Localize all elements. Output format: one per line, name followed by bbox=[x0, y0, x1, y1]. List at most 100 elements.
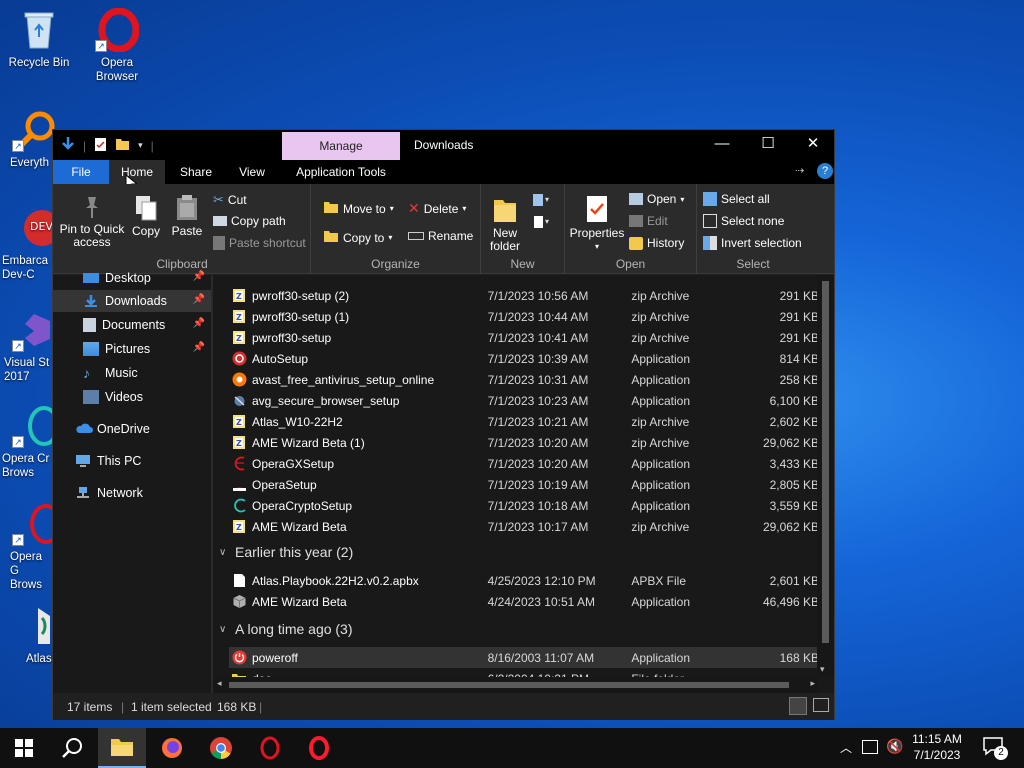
pin-to-quick-access-button[interactable]: Pin to Quick access bbox=[59, 194, 125, 249]
show-hidden-icons-button[interactable]: ︿ bbox=[840, 739, 852, 756]
move-to-button[interactable]: Move to ▾ bbox=[323, 200, 394, 217]
large-icons-view-icon[interactable] bbox=[813, 698, 829, 712]
desktop-icon-opera[interactable]: ↗ Opera Browser bbox=[79, 7, 155, 84]
nav-item-desktop[interactable]: Desktop 📌 bbox=[53, 267, 211, 289]
rename-button[interactable]: Rename bbox=[408, 229, 473, 243]
horizontal-scroll-thumb[interactable] bbox=[229, 682, 789, 688]
nav-item-downloads[interactable]: Downloads 📌 bbox=[53, 290, 211, 312]
file-row[interactable]: Z AME Wizard Beta (1) 7/1/2023 10:20 AM zip… bbox=[229, 432, 819, 453]
taskbar-opera[interactable] bbox=[295, 728, 343, 768]
file-row[interactable]: avast_free_antivirus_setup_online 7/1/202… bbox=[229, 369, 819, 390]
group-header[interactable]: ∨ Earlier this year (2) bbox=[219, 540, 353, 564]
nav-item-this-pc[interactable]: This PC bbox=[53, 450, 211, 472]
file-row[interactable]: AME Wizard Beta 4/24/2023 10:51 AM Applica… bbox=[229, 591, 819, 612]
collapse-ribbon-icon[interactable]: ⇢ bbox=[795, 164, 804, 177]
document-icon bbox=[231, 573, 247, 589]
file-row[interactable]: Zpwroff30-setup (2) 7/1/2023 10:56 AM zip … bbox=[229, 285, 819, 306]
file-row[interactable]: Z AME Wizard Beta 7/1/2023 10:17 AM zip Arc… bbox=[229, 516, 819, 537]
properties-check-icon[interactable] bbox=[94, 137, 107, 155]
file-row[interactable]: avg_secure_browser_setup 7/1/2023 10:23 A… bbox=[229, 390, 819, 411]
tab-share[interactable]: Share bbox=[169, 160, 223, 184]
nav-item-music[interactable]: ♪ Music bbox=[53, 362, 211, 384]
action-center-button[interactable]: 2 bbox=[982, 736, 1008, 760]
open-icon bbox=[629, 193, 643, 205]
ribbon-group-label: Open bbox=[615, 257, 646, 271]
easy-access-icon[interactable]: ▾ bbox=[531, 214, 553, 230]
select-all-button[interactable]: Select all bbox=[703, 192, 770, 206]
tab-manage[interactable]: Manage bbox=[282, 132, 400, 160]
status-bar: 17 items | 1 item selected 168 KB | bbox=[53, 693, 834, 720]
help-icon[interactable]: ? bbox=[817, 163, 833, 179]
system-clock[interactable]: 11:15 AM 7/1/2023 bbox=[898, 731, 976, 763]
file-row[interactable]: poweroff 8/16/2003 11:07 AM Application 168… bbox=[229, 647, 819, 668]
new-folder-button[interactable]: New folder bbox=[485, 194, 525, 253]
nav-item-videos[interactable]: Videos bbox=[53, 386, 211, 408]
tab-view[interactable]: View bbox=[225, 160, 279, 184]
cut-button[interactable]: ✂ Cut bbox=[213, 192, 247, 208]
file-list: Zpwroff30-setup (2) 7/1/2023 10:56 AM zip … bbox=[213, 275, 819, 677]
tab-home[interactable]: Home bbox=[109, 160, 165, 184]
file-date: 4/25/2023 12:10 PM bbox=[487, 573, 596, 588]
desktop-icon-recycle-bin[interactable]: Recycle Bin bbox=[1, 8, 77, 70]
taskbar-firefox[interactable] bbox=[148, 728, 196, 768]
vertical-scroll-thumb[interactable] bbox=[822, 281, 829, 643]
network-status-icon[interactable] bbox=[862, 740, 878, 754]
file-row[interactable]: AutoSetup 7/1/2023 10:39 AM Application 814… bbox=[229, 348, 819, 369]
file-row[interactable]: Z Atlas_W10-22H2 7/1/2023 10:21 AM zip Arch… bbox=[229, 411, 819, 432]
nav-item-documents[interactable]: Documents 📌 bbox=[53, 314, 211, 336]
group-header[interactable]: ∨ A long time ago (3) bbox=[219, 617, 353, 641]
file-date: 7/1/2023 10:18 AM bbox=[487, 498, 589, 513]
file-row[interactable]: OperaSetup 7/1/2023 10:19 AM Application 2,… bbox=[229, 474, 819, 495]
file-row[interactable]: doc6/2/2004 10:21 PMFile folder bbox=[229, 668, 819, 677]
delete-button[interactable]: ✕ Delete ▾ bbox=[408, 200, 466, 217]
history-button[interactable]: History bbox=[629, 236, 684, 250]
tab-file[interactable]: File bbox=[53, 160, 109, 184]
taskbar-file-explorer[interactable] bbox=[98, 728, 146, 768]
move-folder-icon bbox=[323, 200, 339, 217]
svg-text:Z: Z bbox=[236, 523, 242, 532]
nav-item-network[interactable]: Network bbox=[53, 482, 211, 504]
nav-item-onedrive[interactable]: OneDrive bbox=[53, 418, 211, 440]
invert-selection-button[interactable]: Invert selection bbox=[703, 236, 802, 250]
taskbar-chrome[interactable] bbox=[197, 728, 245, 768]
copy-path-button[interactable]: Copy path bbox=[213, 214, 286, 228]
minimize-button[interactable]: — bbox=[699, 130, 745, 160]
taskbar-opera-gx[interactable] bbox=[246, 728, 294, 768]
search-button[interactable] bbox=[48, 728, 96, 768]
open-button[interactable]: Open ▾ bbox=[629, 192, 684, 206]
new-folder-icon[interactable] bbox=[115, 137, 130, 154]
window-title: Downloads bbox=[414, 138, 474, 152]
paste-shortcut-button[interactable]: Paste shortcut bbox=[213, 236, 306, 250]
opera-gx-icon: ↗ bbox=[12, 502, 62, 546]
details-view-icon[interactable] bbox=[789, 697, 807, 715]
edit-button[interactable]: Edit bbox=[629, 214, 668, 228]
tab-application-tools[interactable]: Application Tools bbox=[285, 160, 397, 184]
file-name: Atlas.Playbook.22H2.v0.2.apbx bbox=[252, 573, 419, 588]
file-row[interactable]: Zpwroff30-setup 7/1/2023 10:41 AM zip Arch… bbox=[229, 327, 819, 348]
paste-button[interactable]: Paste bbox=[171, 194, 203, 238]
scroll-down-arrow-icon[interactable]: ▾ bbox=[820, 664, 825, 675]
start-button[interactable] bbox=[0, 728, 48, 768]
maximize-button[interactable]: ☐ bbox=[745, 130, 791, 160]
clipboard-icon bbox=[175, 194, 199, 222]
horizontal-scrollbar[interactable]: ◂ ▸ bbox=[213, 677, 819, 693]
copy-to-button[interactable]: Copy to ▾ bbox=[323, 229, 392, 246]
nav-item-pictures[interactable]: Pictures 📌 bbox=[53, 338, 211, 360]
new-item-icon[interactable]: ▾ bbox=[531, 192, 553, 208]
rename-icon bbox=[408, 232, 424, 240]
scroll-right-arrow-icon[interactable]: ▸ bbox=[810, 678, 815, 689]
file-row[interactable]: OperaGXSetup 7/1/2023 10:20 AM Application… bbox=[229, 453, 819, 474]
file-row[interactable]: Atlas.Playbook.22H2.v0.2.apbx 4/25/2023 1… bbox=[229, 570, 819, 591]
scroll-left-arrow-icon[interactable]: ◂ bbox=[217, 678, 222, 689]
status-selected: 1 item selected bbox=[131, 700, 212, 714]
file-row[interactable]: Zpwroff30-setup (1) 7/1/2023 10:44 AM zip … bbox=[229, 306, 819, 327]
copy-button[interactable]: Copy bbox=[131, 194, 161, 238]
folder-icon bbox=[111, 739, 133, 756]
download-arrow-icon[interactable] bbox=[61, 136, 75, 155]
properties-button[interactable]: Properties ▾ bbox=[567, 194, 627, 253]
vertical-scrollbar[interactable]: ▾ bbox=[817, 275, 834, 677]
customize-toolbar-icon[interactable]: ▾ bbox=[138, 140, 143, 151]
file-row[interactable]: OperaCryptoSetup 7/1/2023 10:18 AM Applica… bbox=[229, 495, 819, 516]
close-button[interactable]: ✕ bbox=[790, 130, 836, 160]
select-none-button[interactable]: Select none bbox=[703, 214, 784, 228]
